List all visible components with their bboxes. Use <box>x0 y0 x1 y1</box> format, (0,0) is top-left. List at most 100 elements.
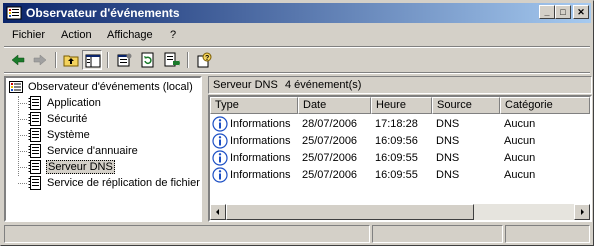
menu-fichier[interactable]: Fichier <box>12 29 45 41</box>
arrow-right-icon <box>581 209 584 215</box>
tree-item-label: Sécurité <box>47 113 88 125</box>
up-folder-button[interactable] <box>61 50 81 70</box>
tree-connector <box>18 103 27 104</box>
event-row[interactable]: Informations 25/07/2006 16:09:55 DNS Aucun <box>210 150 580 167</box>
event-row[interactable]: Informations 25/07/2006 16:09:56 DNS Aucun <box>210 133 580 150</box>
maximize-icon: □ <box>560 7 566 17</box>
show-hide-tree-icon <box>85 54 101 68</box>
cell-time: 16:09:56 <box>375 135 418 147</box>
event-viewer-root-icon <box>9 81 23 93</box>
export-list-icon <box>164 52 180 67</box>
export-list-button[interactable] <box>162 50 182 70</box>
minimize-icon: _ <box>544 7 550 17</box>
svg-text:?: ? <box>205 55 209 62</box>
tree-connector <box>18 96 19 176</box>
tree-item-label: Serveur DNS <box>46 160 115 174</box>
menu-action[interactable]: Action <box>61 29 92 41</box>
cell-source: DNS <box>436 118 460 130</box>
column-header-type[interactable]: Type <box>210 97 298 114</box>
cell-type: Informations <box>230 135 291 147</box>
cell-type: Informations <box>230 118 291 130</box>
tree-item-label: Service d'annuaire <box>47 145 138 157</box>
tree-connector <box>18 151 27 152</box>
tree-item-label: Système <box>47 129 90 141</box>
tree-connector <box>18 167 27 168</box>
show-hide-tree-button[interactable] <box>82 50 102 70</box>
column-header-category[interactable]: Catégorie <box>500 97 590 114</box>
status-pane-2 <box>372 225 503 243</box>
minimize-button[interactable]: _ <box>539 5 555 19</box>
window-title: Observateur d'événements <box>26 6 180 20</box>
event-list: Type Date Heure Source Catégorie Informa… <box>208 95 592 222</box>
horizontal-scrollbar[interactable] <box>210 204 590 220</box>
menu-affichage[interactable]: Affichage <box>107 29 153 41</box>
scroll-right-button[interactable] <box>574 204 590 220</box>
arrow-left-icon <box>216 209 219 215</box>
forward-button[interactable] <box>30 50 50 70</box>
event-row[interactable]: Informations 25/07/2006 16:09:55 DNS Aucun <box>210 167 580 184</box>
column-header-time[interactable]: Heure <box>371 97 432 114</box>
cell-time: 16:09:55 <box>375 169 418 181</box>
event-count: 4 événement(s) <box>285 79 362 91</box>
back-icon <box>11 54 25 66</box>
info-icon <box>212 133 228 149</box>
cell-time: 17:18:28 <box>375 118 418 130</box>
log-icon <box>28 176 41 190</box>
maximize-button[interactable]: □ <box>555 5 571 19</box>
cell-category: Aucun <box>504 135 536 147</box>
info-icon <box>212 167 228 183</box>
status-pane-3 <box>505 225 590 243</box>
menu-help[interactable]: ? <box>170 29 176 41</box>
back-button[interactable] <box>8 50 28 70</box>
column-header-date[interactable]: Date <box>298 97 371 114</box>
event-viewer-app-icon <box>6 6 22 20</box>
tree-root-label: Observateur d'événements (local) <box>28 81 193 93</box>
menu-separator <box>4 46 590 48</box>
toolbar: ? <box>4 49 590 71</box>
cell-date: 25/07/2006 <box>302 135 358 147</box>
column-header-source[interactable]: Source <box>432 97 500 114</box>
pane-splitter[interactable] <box>203 76 207 222</box>
log-icon <box>28 112 41 126</box>
status-pane-main <box>4 225 370 243</box>
close-button[interactable]: ✕ <box>573 5 589 19</box>
cell-type: Informations <box>230 152 291 164</box>
cell-source: DNS <box>436 152 460 164</box>
cell-category: Aucun <box>504 152 536 164</box>
cell-category: Aucun <box>504 169 536 181</box>
toolbar-separator-bottom <box>4 72 590 74</box>
toolbar-separator <box>107 52 109 68</box>
log-icon <box>28 160 41 174</box>
forward-icon <box>33 54 47 66</box>
scroll-thumb[interactable] <box>226 204 474 220</box>
log-icon <box>28 144 41 158</box>
close-icon: ✕ <box>577 7 585 17</box>
log-icon <box>28 96 41 110</box>
event-row[interactable]: Informations 28/07/2006 17:18:28 DNS Aucun <box>210 116 580 133</box>
cell-category: Aucun <box>504 118 536 130</box>
cell-date: 25/07/2006 <box>302 169 358 181</box>
properties-button[interactable] <box>114 50 134 70</box>
title-bar[interactable]: Observateur d'événements _ □ ✕ <box>3 3 591 23</box>
help-button[interactable]: ? <box>194 50 214 70</box>
cell-time: 16:09:55 <box>375 152 418 164</box>
refresh-button[interactable] <box>138 50 158 70</box>
result-pane-header: Serveur DNS 4 événement(s) <box>208 76 592 94</box>
cell-type: Informations <box>230 169 291 181</box>
status-bar <box>4 225 590 244</box>
info-icon <box>212 150 228 166</box>
scroll-left-button[interactable] <box>210 204 226 220</box>
tree-connector <box>18 183 27 184</box>
result-pane-title: Serveur DNS <box>213 79 278 91</box>
cell-source: DNS <box>436 135 460 147</box>
properties-icon <box>117 53 132 67</box>
tree-connector <box>18 119 27 120</box>
cell-date: 28/07/2006 <box>302 118 358 130</box>
help-icon: ? <box>197 52 212 68</box>
info-icon <box>212 116 228 132</box>
cell-date: 25/07/2006 <box>302 152 358 164</box>
tree-item-label: Service de réplication de fichiers <box>47 177 202 189</box>
log-icon <box>28 128 41 142</box>
event-viewer-window: Observateur d'événements _ □ ✕ Fichier A… <box>0 0 594 246</box>
toolbar-separator <box>55 52 57 68</box>
